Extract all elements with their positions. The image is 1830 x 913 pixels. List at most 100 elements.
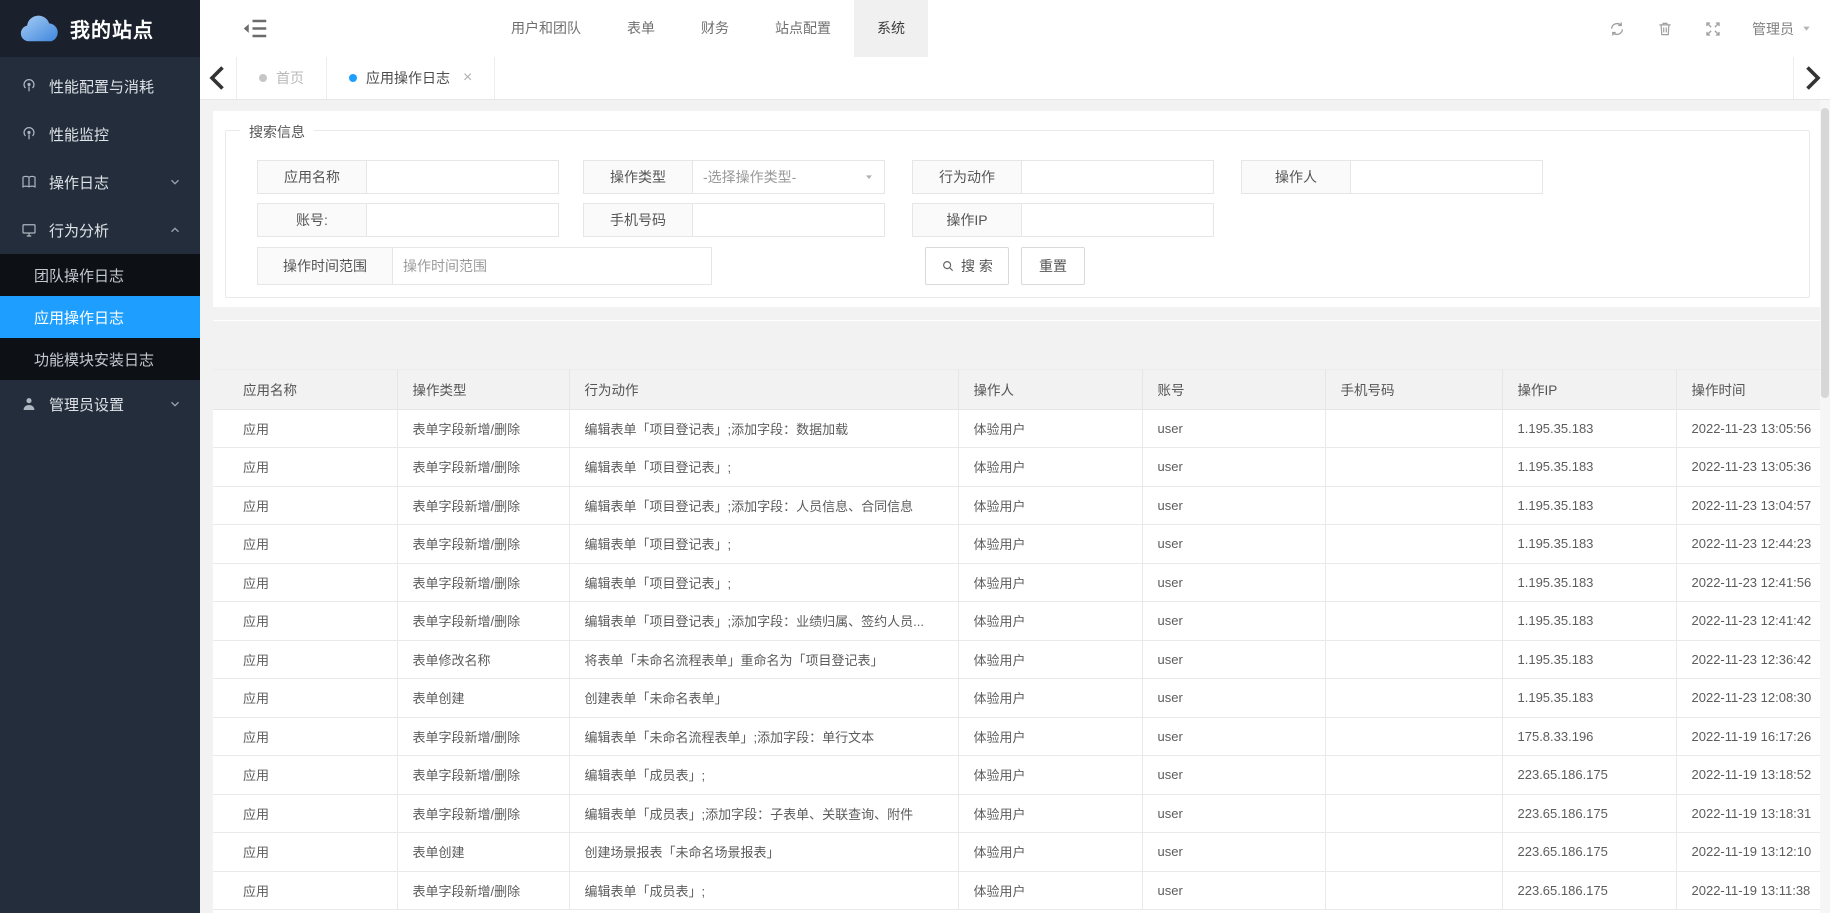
table-cell: user bbox=[1142, 717, 1325, 756]
sidebar-item-admin-settings[interactable]: 管理员设置 bbox=[0, 380, 200, 428]
table-cell: 2022-11-19 13:18:31 bbox=[1676, 794, 1822, 833]
ip-input[interactable] bbox=[1022, 204, 1213, 236]
table-row: 应用表单字段新增/删除编辑表单「项目登记表」;体验用户user1.195.35.… bbox=[213, 563, 1822, 602]
table-cell: 编辑表单「项目登记表」;添加字段：数据加载 bbox=[569, 409, 958, 448]
topnav-item[interactable]: 表单 bbox=[604, 0, 678, 57]
table-cell: 2022-11-19 13:11:38 bbox=[1676, 871, 1822, 910]
sidebar-subitem-team-log[interactable]: 团队操作日志 bbox=[0, 254, 200, 296]
tab-app-operation-log[interactable]: 应用操作日志 × bbox=[327, 57, 495, 99]
op-type-select[interactable]: -选择操作类型- bbox=[693, 167, 884, 187]
behavior-analysis-submenu: 团队操作日志 应用操作日志 功能模块安装日志 bbox=[0, 254, 200, 380]
table-cell bbox=[1325, 563, 1502, 602]
table-cell: 应用 bbox=[213, 486, 397, 525]
table-cell: 1.195.35.183 bbox=[1502, 563, 1676, 602]
app-name-label: 应用名称 bbox=[257, 160, 367, 194]
table-cell: 将表单「未命名流程表单」重命名为「项目登记表」 bbox=[569, 640, 958, 679]
search-icon bbox=[941, 259, 955, 273]
tabs-scroll-left-icon[interactable] bbox=[200, 57, 237, 99]
table-cell: 1.195.35.183 bbox=[1502, 640, 1676, 679]
search-button[interactable]: 搜 索 bbox=[925, 247, 1009, 285]
topnav-item[interactable]: 用户和团队 bbox=[488, 0, 604, 57]
table-cell bbox=[1325, 448, 1502, 487]
table-cell: 1.195.35.183 bbox=[1502, 679, 1676, 718]
refresh-icon[interactable] bbox=[1608, 20, 1626, 38]
table-cell bbox=[1325, 602, 1502, 641]
operation-log-table: 应用名称操作类型行为动作操作人账号手机号码操作IP操作时间 应用表单字段新增/删… bbox=[213, 370, 1822, 910]
table-cell: 表单修改名称 bbox=[397, 640, 569, 679]
table-cell: 编辑表单「项目登记表」; bbox=[569, 563, 958, 602]
table-row: 应用表单字段新增/删除编辑表单「项目登记表」;体验用户user1.195.35.… bbox=[213, 525, 1822, 564]
sidebar-item-behavior-analysis[interactable]: 行为分析 bbox=[0, 206, 200, 254]
tab-home[interactable]: 首页 bbox=[237, 57, 327, 99]
action-input[interactable] bbox=[1022, 161, 1213, 193]
table-cell: 应用 bbox=[213, 833, 397, 872]
table-cell: 表单字段新增/删除 bbox=[397, 486, 569, 525]
table-cell: 2022-11-19 16:17:26 bbox=[1676, 717, 1822, 756]
table-cell: 应用 bbox=[213, 871, 397, 910]
topnav-item[interactable]: 财务 bbox=[678, 0, 752, 57]
table-cell: 创建表单「未命名表单」 bbox=[569, 679, 958, 718]
topnav-item[interactable]: 站点配置 bbox=[752, 0, 854, 57]
table-cell: 1.195.35.183 bbox=[1502, 525, 1676, 564]
sidebar-item-label: 性能配置与消耗 bbox=[49, 76, 154, 97]
table-cell: 编辑表单「成员表」; bbox=[569, 871, 958, 910]
table-cell: 表单创建 bbox=[397, 833, 569, 872]
table-cell: 应用 bbox=[213, 756, 397, 795]
account-input[interactable] bbox=[367, 204, 558, 236]
table-cell: 体验用户 bbox=[958, 640, 1142, 679]
topnav-item[interactable]: 系统 bbox=[854, 0, 928, 57]
table-cell: 1.195.35.183 bbox=[1502, 602, 1676, 641]
trash-icon[interactable] bbox=[1656, 20, 1674, 38]
column-header: 操作时间 bbox=[1676, 370, 1822, 409]
sidebar-subitem-module-install-log[interactable]: 功能模块安装日志 bbox=[0, 338, 200, 380]
table-cell: 体验用户 bbox=[958, 563, 1142, 602]
table-row: 应用表单字段新增/删除编辑表单「成员表」;体验用户user223.65.186.… bbox=[213, 756, 1822, 795]
cloud-logo-icon bbox=[18, 14, 60, 44]
brand[interactable]: 我的站点 bbox=[0, 0, 200, 57]
sidebar-item-performance-monitor[interactable]: 性能监控 bbox=[0, 110, 200, 158]
sidebar-item-label: 操作日志 bbox=[49, 172, 109, 193]
fullscreen-icon[interactable] bbox=[1704, 20, 1722, 38]
sidebar-item-performance-config[interactable]: 性能配置与消耗 bbox=[0, 62, 200, 110]
table-row: 应用表单字段新增/删除编辑表单「未命名流程表单」;添加字段：单行文本体验用户us… bbox=[213, 717, 1822, 756]
table-row: 应用表单字段新增/删除编辑表单「项目登记表」;添加字段：人员信息、合同信息体验用… bbox=[213, 486, 1822, 525]
header-actions: 管理员 bbox=[1608, 0, 1812, 57]
chevron-up-icon bbox=[168, 223, 182, 237]
phone-input[interactable] bbox=[693, 204, 884, 236]
sidebar-subitem-app-log[interactable]: 应用操作日志 bbox=[0, 296, 200, 338]
table-cell: 体验用户 bbox=[958, 525, 1142, 564]
table-cell: 体验用户 bbox=[958, 871, 1142, 910]
chevron-down-icon bbox=[168, 175, 182, 189]
table-cell: user bbox=[1142, 602, 1325, 641]
table-cell: 体验用户 bbox=[958, 717, 1142, 756]
sidebar-item-operation-log[interactable]: 操作日志 bbox=[0, 158, 200, 206]
table-cell: 1.195.35.183 bbox=[1502, 486, 1676, 525]
table-cell: 2022-11-23 12:41:42 bbox=[1676, 602, 1822, 641]
table-row: 应用表单字段新增/删除编辑表单「项目登记表」;添加字段：数据加载体验用户user… bbox=[213, 409, 1822, 448]
op-type-label: 操作类型 bbox=[583, 160, 693, 194]
reset-button[interactable]: 重置 bbox=[1021, 247, 1085, 285]
table-cell: 体验用户 bbox=[958, 794, 1142, 833]
sidebar-item-label: 行为分析 bbox=[49, 220, 109, 241]
log-table-panel: 应用名称操作类型行为动作操作人账号手机号码操作IP操作时间 应用表单字段新增/删… bbox=[213, 320, 1822, 913]
collapse-menu-icon[interactable] bbox=[240, 0, 270, 57]
search-legend: 搜索信息 bbox=[240, 122, 314, 142]
table-cell: 2022-11-23 12:08:30 bbox=[1676, 679, 1822, 718]
tab-dot-icon bbox=[349, 74, 357, 82]
scrollbar-thumb[interactable] bbox=[1821, 108, 1829, 398]
admin-dropdown[interactable]: 管理员 bbox=[1752, 19, 1812, 39]
tabs-scroll-right-icon[interactable] bbox=[1793, 57, 1830, 99]
tab-close-icon[interactable]: × bbox=[463, 70, 472, 86]
time-range-input[interactable] bbox=[393, 248, 711, 284]
table-cell: 表单创建 bbox=[397, 679, 569, 718]
table-cell: 应用 bbox=[213, 717, 397, 756]
table-cell: 体验用户 bbox=[958, 409, 1142, 448]
operator-input[interactable] bbox=[1351, 161, 1542, 193]
table-cell: 编辑表单「项目登记表」; bbox=[569, 448, 958, 487]
table-cell: 223.65.186.175 bbox=[1502, 833, 1676, 872]
table-cell: 应用 bbox=[213, 525, 397, 564]
app-name-input[interactable] bbox=[367, 161, 558, 193]
table-cell: 体验用户 bbox=[958, 756, 1142, 795]
table-cell: user bbox=[1142, 679, 1325, 718]
table-cell: 2022-11-23 12:36:42 bbox=[1676, 640, 1822, 679]
